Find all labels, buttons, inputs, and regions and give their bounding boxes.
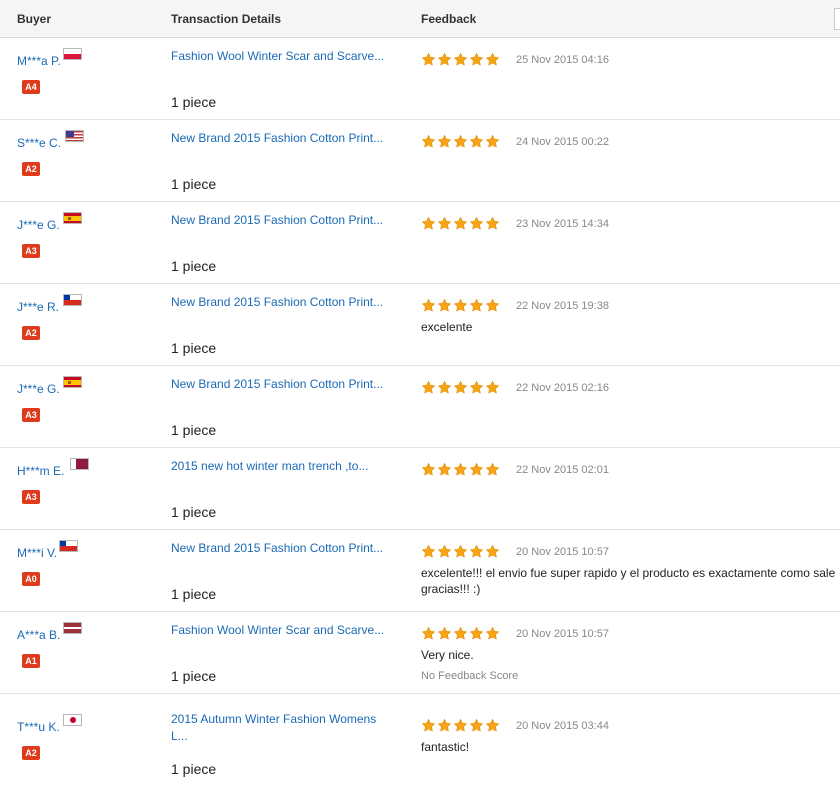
- table-row: J***e R. A2 New Brand 2015 Fashion Cotto…: [0, 284, 840, 366]
- product-link[interactable]: Fashion Wool Winter Scar and Scarve...: [171, 49, 396, 63]
- buyer-level-badge: A3: [22, 408, 40, 422]
- rating-stars: [421, 380, 501, 395]
- table-header: Buyer Transaction Details Feedback: [0, 0, 840, 38]
- buyer-name-link[interactable]: S***e C.: [17, 136, 61, 150]
- buyer-level-badge: A1: [22, 654, 40, 668]
- feedback-date: 22 Nov 2015 02:16: [516, 382, 609, 394]
- buyer-level-badge: A2: [22, 162, 40, 176]
- table-row: S***e C. A2 New Brand 2015 Fashion Cotto…: [0, 120, 840, 202]
- rating-stars: [421, 462, 501, 477]
- feedback-date: 23 Nov 2015 14:34: [516, 218, 609, 230]
- product-link[interactable]: 2015 new hot winter man trench ,to...: [171, 459, 396, 473]
- flag-icon-poland: [63, 48, 82, 60]
- quantity: 1 piece: [171, 668, 217, 684]
- table-row: T***u K. A2 2015 Autumn Winter Fashion W…: [0, 694, 840, 786]
- feedback-comment-line: gracias!!! :): [421, 582, 481, 596]
- buyer-name-link[interactable]: H***m E.: [17, 464, 64, 478]
- feedback-date: 22 Nov 2015 02:01: [516, 464, 609, 476]
- buyer-level-badge: A0: [22, 572, 40, 586]
- quantity: 1 piece: [171, 761, 217, 777]
- buyer-level-badge: A4: [22, 80, 40, 94]
- product-link[interactable]: New Brand 2015 Fashion Cotton Print...: [171, 295, 396, 309]
- product-link[interactable]: New Brand 2015 Fashion Cotton Print...: [171, 131, 396, 145]
- table-row: A***a B. A1 Fashion Wool Winter Scar and…: [0, 612, 840, 694]
- buyer-name-link[interactable]: J***e G.: [17, 218, 60, 232]
- table-row: J***e G. A3 New Brand 2015 Fashion Cotto…: [0, 202, 840, 284]
- product-link[interactable]: New Brand 2015 Fashion Cotton Print...: [171, 377, 396, 391]
- rating-stars: [421, 134, 501, 149]
- product-link[interactable]: Fashion Wool Winter Scar and Scarve...: [171, 623, 396, 637]
- quantity: 1 piece: [171, 586, 217, 602]
- feedback-date: 20 Nov 2015 10:57: [516, 546, 609, 558]
- rating-stars: [421, 216, 501, 231]
- rating-stars: [421, 626, 501, 641]
- feedback-comment-line: excelente!!! el envio fue super rapido y…: [421, 566, 836, 580]
- feedback-column-header: Feedback: [421, 12, 477, 26]
- feedback-date: 20 Nov 2015 03:44: [516, 720, 609, 732]
- quantity: 1 piece: [171, 94, 217, 110]
- buyer-name-link[interactable]: J***e G.: [17, 382, 60, 396]
- header-edge: [834, 8, 840, 30]
- buyer-column-header: Buyer: [17, 12, 52, 26]
- feedback-list: M***a P. A4 Fashion Wool Winter Scar and…: [0, 38, 840, 786]
- feedback-date: 25 Nov 2015 04:16: [516, 54, 609, 66]
- rating-stars: [421, 298, 501, 313]
- buyer-level-badge: A3: [22, 490, 40, 504]
- feedback-comment: Very nice.: [421, 648, 474, 662]
- quantity: 1 piece: [171, 422, 217, 438]
- feedback-comment: fantastic!: [421, 740, 470, 754]
- table-row: M***a P. A4 Fashion Wool Winter Scar and…: [0, 38, 840, 120]
- buyer-name-link[interactable]: M***i V.: [17, 546, 57, 560]
- table-row: J***e G. A3 New Brand 2015 Fashion Cotto…: [0, 366, 840, 448]
- buyer-name-link[interactable]: A***a B.: [17, 628, 60, 642]
- quantity: 1 piece: [171, 258, 217, 274]
- table-row: H***m E. A3 2015 new hot winter man tren…: [0, 448, 840, 530]
- table-row: M***i V. A0 New Brand 2015 Fashion Cotto…: [0, 530, 840, 612]
- buyer-level-badge: A2: [22, 326, 40, 340]
- buyer-level-badge: A3: [22, 244, 40, 258]
- flag-icon-spain: [63, 212, 82, 224]
- feedback-comment: excelente!!! el envio fue super rapido y…: [421, 565, 835, 597]
- rating-stars: [421, 544, 501, 559]
- buyer-name-link[interactable]: J***e R.: [17, 300, 59, 314]
- feedback-comment: excelente: [421, 320, 473, 334]
- product-link[interactable]: 2015 Autumn Winter Fashion Womens L...: [171, 711, 391, 745]
- flag-icon-latvia: [63, 622, 82, 634]
- flag-icon-chile: [63, 294, 82, 306]
- flag-icon-qatar: [70, 458, 89, 470]
- quantity: 1 piece: [171, 176, 217, 192]
- rating-stars: [421, 52, 501, 67]
- flag-icon-japan: [63, 714, 82, 726]
- no-feedback-score-note: No Feedback Score: [421, 670, 519, 682]
- buyer-name-link[interactable]: M***a P.: [17, 54, 61, 68]
- feedback-date: 22 Nov 2015 19:38: [516, 300, 609, 312]
- flag-icon-usa: [65, 130, 84, 142]
- quantity: 1 piece: [171, 504, 217, 520]
- product-link[interactable]: New Brand 2015 Fashion Cotton Print...: [171, 213, 396, 227]
- feedback-date: 20 Nov 2015 10:57: [516, 628, 609, 640]
- flag-icon-chile: [59, 540, 78, 552]
- product-link[interactable]: New Brand 2015 Fashion Cotton Print...: [171, 541, 396, 555]
- buyer-level-badge: A2: [22, 746, 40, 760]
- feedback-date: 24 Nov 2015 00:22: [516, 136, 609, 148]
- buyer-name-link[interactable]: T***u K.: [17, 720, 60, 734]
- quantity: 1 piece: [171, 340, 217, 356]
- flag-icon-spain: [63, 376, 82, 388]
- rating-stars: [421, 718, 501, 733]
- transaction-column-header: Transaction Details: [171, 12, 282, 26]
